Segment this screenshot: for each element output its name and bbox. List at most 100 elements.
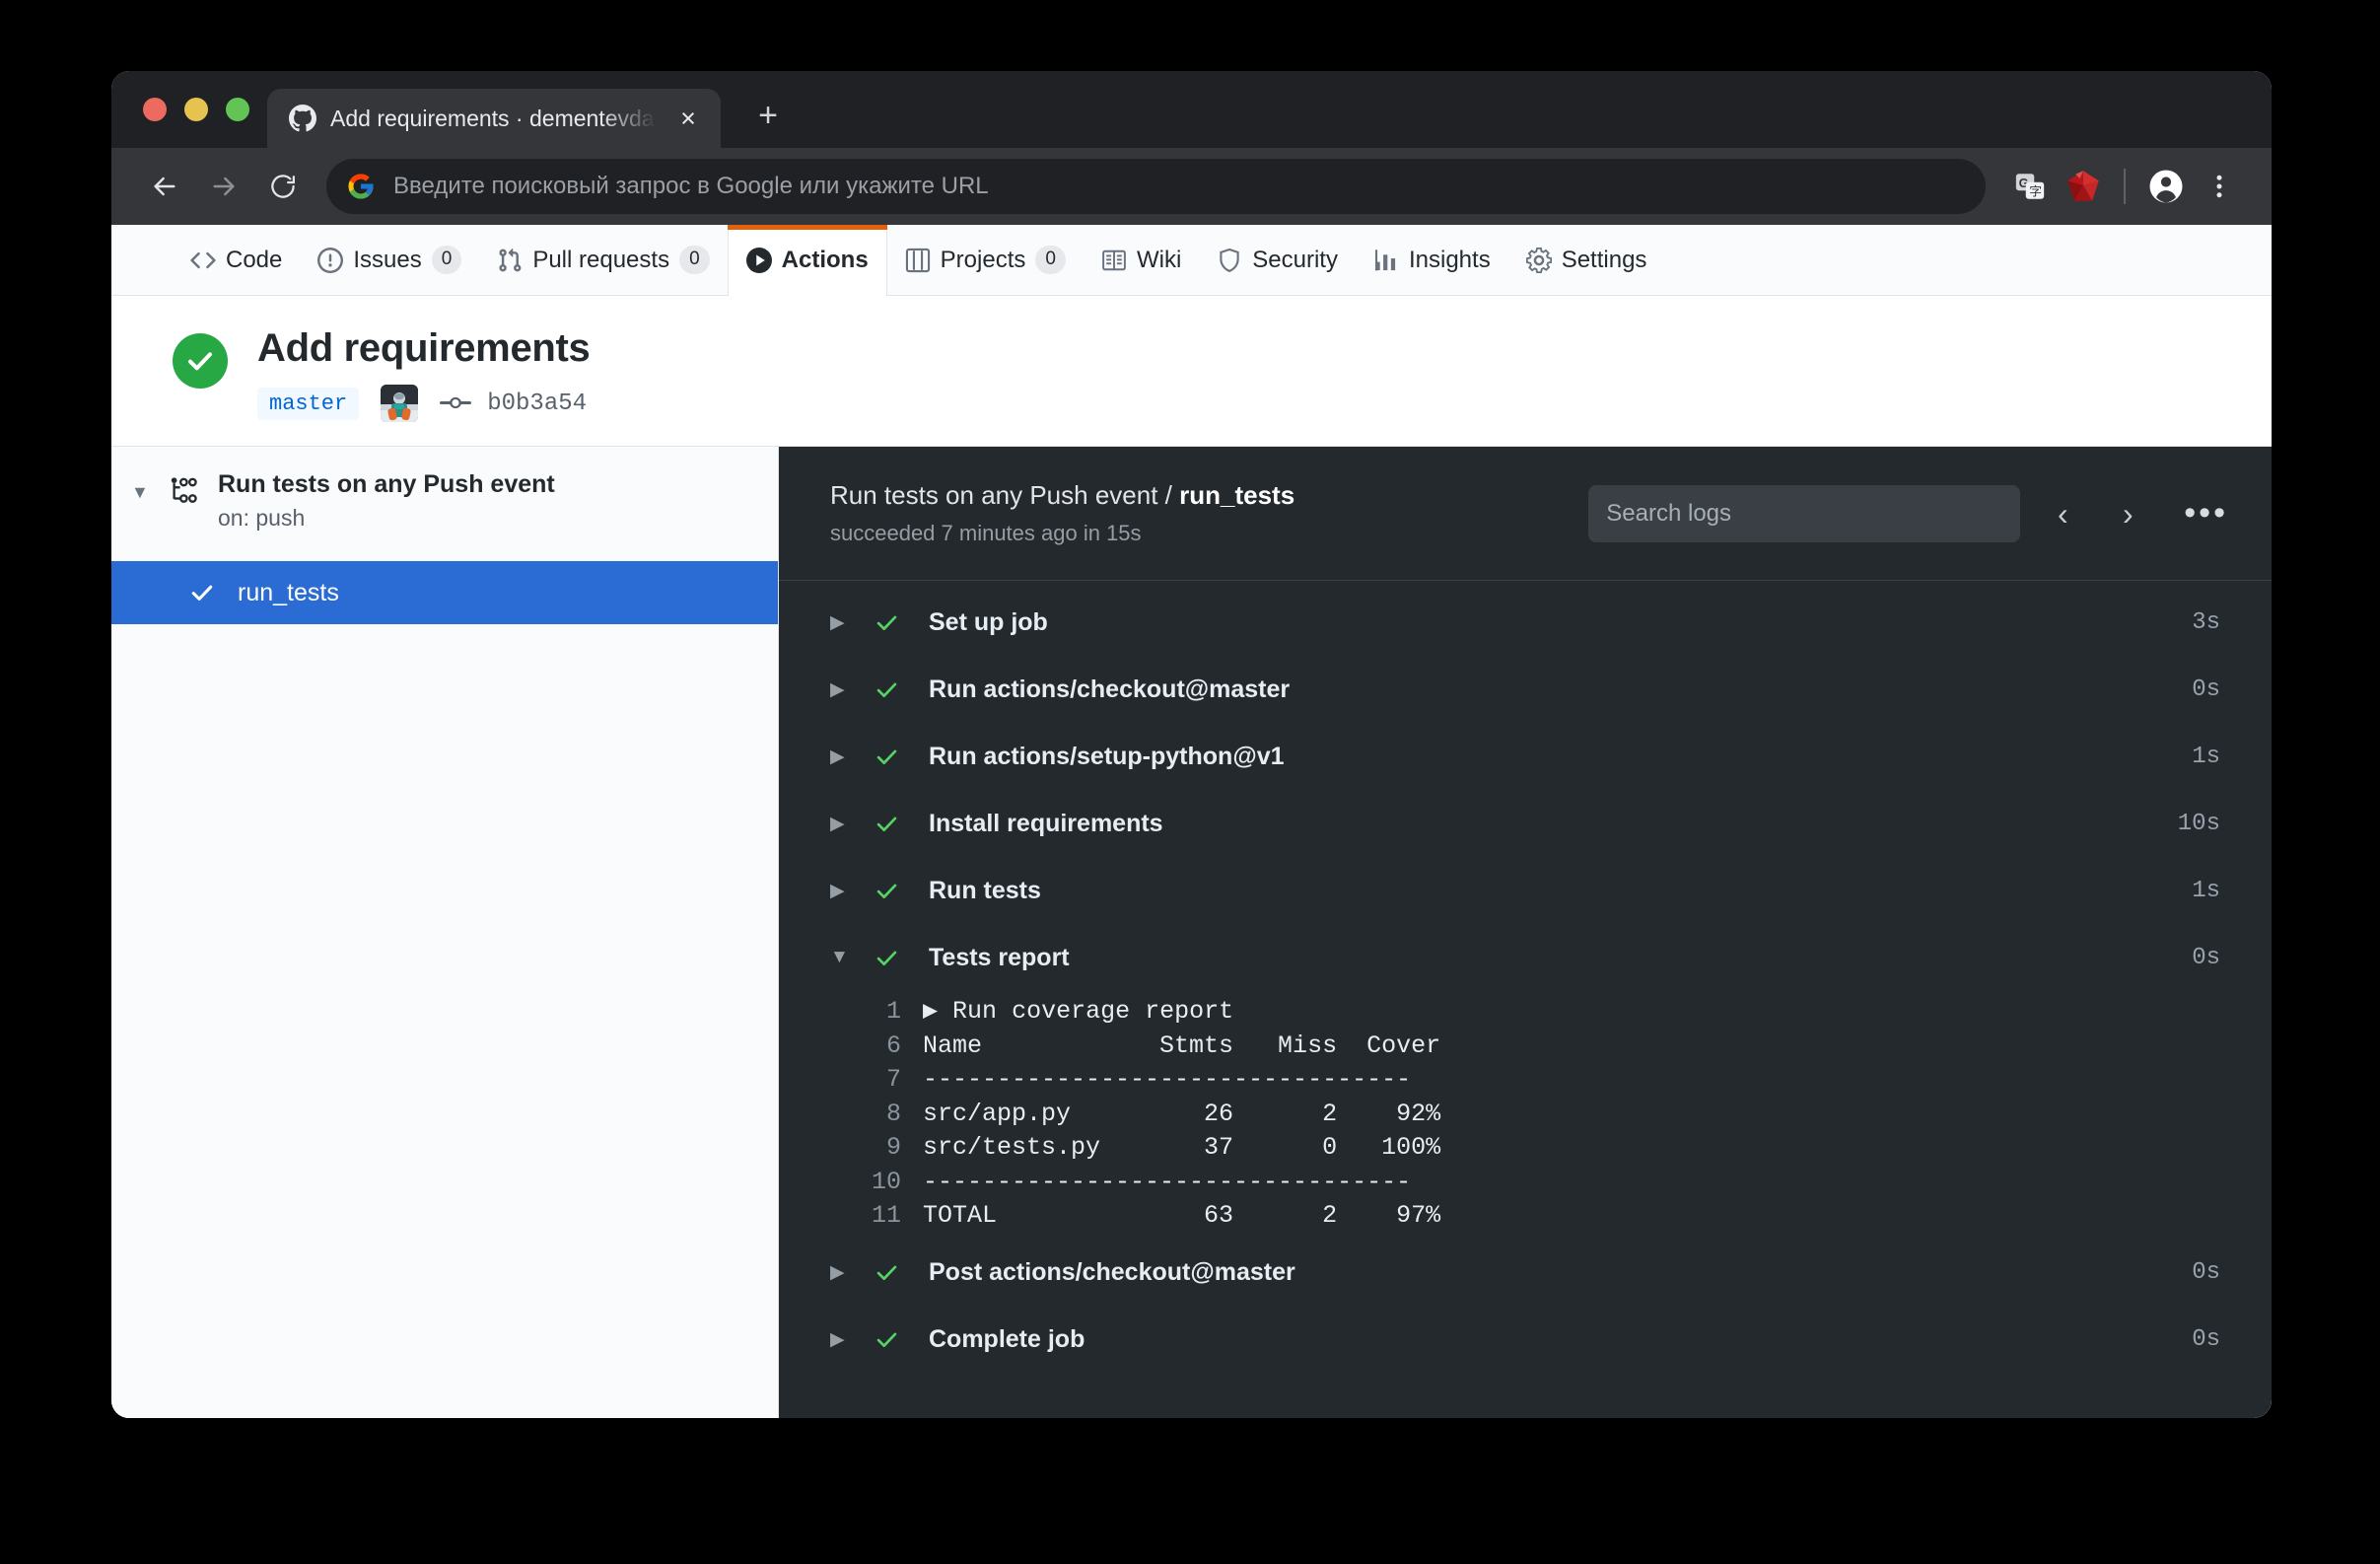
repo-tab-insights[interactable]: Insights (1356, 225, 1508, 295)
log-step[interactable]: ▶ Run actions/checkout@master 0s (779, 656, 2272, 723)
repo-tab-pull-requests[interactable]: Pull requests 0 (479, 225, 727, 295)
repository-nav: Code Issues 0 Pull requests 0 Actions Pr… (111, 225, 2272, 296)
log-line: 11 TOTAL 63 2 97% (779, 1199, 2272, 1234)
git-pull-request-icon (497, 248, 523, 273)
close-window-button[interactable] (143, 98, 167, 121)
chevron-right-icon[interactable]: ▶ (830, 1328, 874, 1351)
git-commit-icon (440, 388, 472, 419)
new-tab-button[interactable]: + (748, 99, 788, 132)
log-steps: ▶ Set up job 3s ▶ Run actions/checkout@m… (779, 581, 2272, 1418)
log-header: Run tests on any Push event / run_tests … (779, 447, 2272, 581)
browser-toolbar: Введите поисковый запрос в Google или ук… (111, 148, 2272, 225)
issue-opened-icon (317, 247, 344, 273)
log-step[interactable]: ▶ Run actions/setup-python@v1 1s (779, 723, 2272, 790)
gear-icon (1525, 247, 1552, 273)
chevron-right-icon[interactable]: ▶ (830, 611, 874, 634)
repo-tab-wiki[interactable]: Wiki (1084, 225, 1199, 295)
forward-icon[interactable] (196, 159, 251, 214)
repo-tab-issues[interactable]: Issues 0 (300, 225, 479, 295)
commit-link[interactable]: b0b3a54 (440, 388, 587, 419)
prev-match-button[interactable]: ‹ (2040, 498, 2085, 530)
github-icon (289, 105, 316, 132)
chevron-right-icon[interactable]: ▶ (830, 1261, 874, 1284)
repo-tab-security[interactable]: Security (1199, 225, 1356, 295)
chevron-right-icon[interactable]: ▶ (830, 880, 874, 902)
branch-badge[interactable]: master (257, 387, 360, 420)
chrome-menu-icon[interactable] (2193, 160, 2246, 213)
workflow-icon (169, 476, 202, 506)
avatar (381, 385, 419, 422)
breadcrumb: Run tests on any Push event / run_tests (830, 480, 1569, 511)
minimize-window-button[interactable] (184, 98, 208, 121)
chevron-right-icon[interactable]: ▶ (830, 746, 874, 768)
next-match-button[interactable]: › (2105, 498, 2150, 530)
more-options-button[interactable]: ••• (2170, 496, 2228, 530)
log-step[interactable]: ▶ Post actions/checkout@master 0s (779, 1240, 2272, 1307)
workflow-text: Run tests on any Push event on: push (218, 470, 555, 532)
job-name: run_tests (238, 578, 339, 606)
projects-count-badge: 0 (1035, 246, 1066, 274)
log-step-duration: 0s (2192, 1326, 2220, 1353)
breadcrumb-job: run_tests (1179, 480, 1295, 510)
check-icon (874, 1326, 929, 1353)
chevron-down-icon[interactable]: ▼ (830, 947, 874, 968)
log-line-number: 6 (885, 1031, 901, 1060)
log-step-label: Run tests (929, 876, 1041, 904)
run-metadata: master b0b3a54 (257, 385, 591, 422)
log-step-label: Run actions/checkout@master (929, 675, 1291, 703)
maximize-window-button[interactable] (226, 98, 249, 121)
repo-tab-projects[interactable]: Projects 0 (887, 225, 1084, 295)
chevron-down-icon[interactable]: ▼ (131, 482, 153, 503)
play-icon (745, 248, 772, 273)
repo-tab-label: Insights (1408, 246, 1491, 273)
log-line-number: 1 (885, 997, 901, 1026)
reload-icon[interactable] (255, 159, 311, 214)
workflow-run-header: Add requirements master b0b3a54 (111, 296, 2272, 447)
log-step-expanded[interactable]: ▼ Tests report 0s (779, 924, 2272, 991)
log-line-text: src/tests.py 37 0 100% (923, 1133, 1441, 1162)
graph-icon (1373, 248, 1399, 273)
log-step-duration: 3s (2192, 608, 2220, 636)
repo-tab-label: Issues (353, 246, 422, 273)
browser-tab[interactable]: Add requirements · dementevda/ × (267, 89, 721, 148)
log-line-text: TOTAL 63 2 97% (923, 1201, 1441, 1230)
chevron-right-icon[interactable]: ▶ (830, 678, 874, 701)
log-step-label: Complete job (929, 1325, 1085, 1353)
breadcrumb-workflow: Run tests on any Push event / (830, 480, 1180, 510)
code-icon (190, 248, 216, 273)
log-step[interactable]: ▶ Set up job 3s (779, 589, 2272, 656)
log-line: 6 Name Stmts Miss Cover (779, 1030, 2272, 1064)
log-output: 1 ▶ Run coverage report 6 Name Stmts Mis… (779, 991, 2272, 1240)
ruby-extension-icon[interactable] (2057, 160, 2110, 213)
repo-tab-code[interactable]: Code (173, 225, 300, 295)
repo-tab-actions[interactable]: Actions (727, 225, 887, 296)
log-step[interactable]: ▶ Run tests 1s (779, 857, 2272, 924)
log-line-number: 8 (885, 1099, 901, 1128)
github-page: Code Issues 0 Pull requests 0 Actions Pr… (111, 225, 2272, 1418)
commit-sha: b0b3a54 (487, 390, 588, 417)
address-bar[interactable]: Введите поисковый запрос в Google или ук… (326, 159, 1986, 214)
repo-tab-label: Projects (940, 246, 1026, 273)
close-tab-button[interactable]: × (673, 105, 703, 132)
workflow-trigger: on: push (218, 505, 306, 531)
log-header-text: Run tests on any Push event / run_tests … (830, 480, 1569, 546)
log-step-label: Set up job (929, 607, 1048, 636)
repo-tab-settings[interactable]: Settings (1508, 225, 1665, 295)
log-line-text: Name Stmts Miss Cover (923, 1031, 1441, 1060)
repo-tab-label: Wiki (1136, 246, 1182, 273)
log-step[interactable]: ▶ Complete job 0s (779, 1307, 2272, 1374)
back-icon[interactable] (137, 159, 192, 214)
sidebar-item-run-tests[interactable]: run_tests (111, 561, 778, 624)
book-icon (1101, 248, 1127, 273)
workflow-summary[interactable]: ▼ Run tests on any Push event on: push (111, 470, 778, 532)
browser-window: Add requirements · dementevda/ × + Введи… (111, 71, 2272, 1418)
translate-icon[interactable]: G 字 (2003, 160, 2057, 213)
search-input[interactable] (1588, 484, 2021, 542)
profile-icon[interactable] (2139, 160, 2193, 213)
log-step[interactable]: ▶ Install requirements 10s (779, 790, 2272, 857)
log-line-text: src/app.py 26 2 92% (923, 1099, 1441, 1128)
chevron-right-icon[interactable]: ▶ (830, 813, 874, 835)
log-line-number: 11 (871, 1201, 901, 1230)
log-line-number: 9 (885, 1133, 901, 1162)
pull-requests-count-badge: 0 (679, 246, 710, 274)
